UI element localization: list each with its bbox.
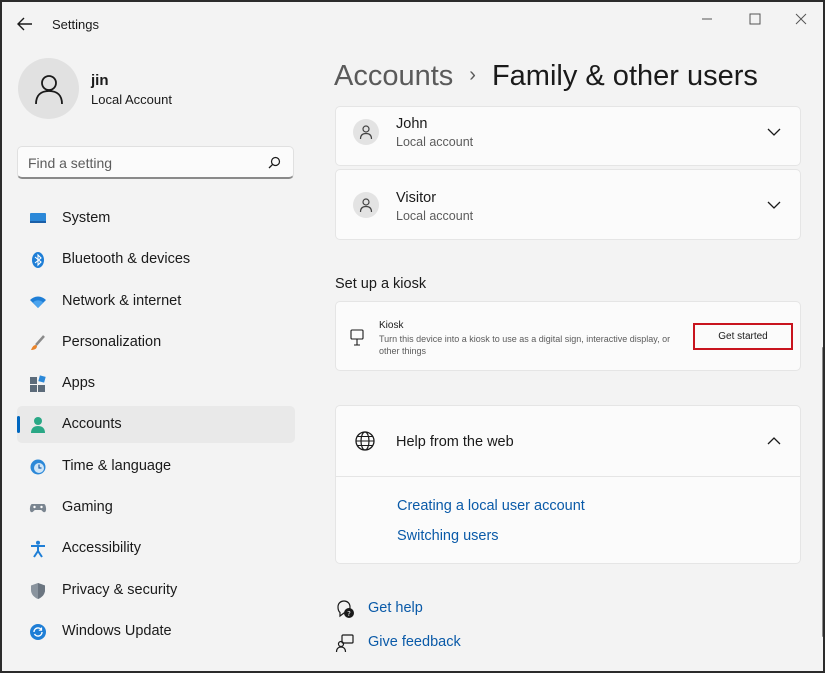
bluetooth-icon [32,252,44,269]
sidebar-item-bluetooth[interactable]: Bluetooth & devices [17,241,295,278]
sidebar-item-label: Personalization [62,333,162,350]
chevron-down-icon[interactable] [766,199,782,211]
breadcrumb-parent[interactable]: Accounts [334,60,453,92]
sidebar-item-time-language[interactable]: Time & language [17,448,295,485]
avatar [353,192,379,218]
user-account-type: Local account [396,209,474,223]
maximize-icon [749,13,761,25]
user-name: John [396,116,428,132]
brush-icon [31,335,45,350]
close-icon [795,13,807,25]
svg-text:?: ? [347,610,351,618]
avatar [18,58,79,119]
sidebar-item-label: Network & internet [62,292,182,309]
title-bar: Settings [2,2,823,46]
help-title: Help from the web [396,434,514,450]
get-help-link[interactable]: Get help [368,600,423,616]
search-input[interactable] [28,154,258,172]
sidebar-item-label: Accounts [62,416,122,433]
settings-window: Settings jin Local Account Find a settin… [0,0,825,673]
breadcrumb-separator: › [469,64,476,86]
minimize-button[interactable] [698,10,716,28]
sidebar-nav: System Bluetooth & devices Network & int… [17,200,295,654]
get-started-button[interactable]: Get started [693,323,793,350]
user-card-john[interactable]: John Local account [335,106,801,166]
user-card-visitor[interactable]: Visitor Local account [335,169,801,240]
profile-name: jin [91,72,109,89]
update-icon [30,623,46,640]
clock-icon [30,459,46,475]
user-avatar-icon [359,198,373,213]
help-link-create-local-account[interactable]: Creating a local user account [397,498,585,514]
sidebar-item-label: Bluetooth & devices [62,251,191,268]
help-link-switching-users[interactable]: Switching users [397,528,499,544]
search-icon[interactable] [266,155,282,171]
sidebar-item-label: Accessibility [62,540,141,557]
sidebar-item-personalization[interactable]: Personalization [17,324,295,361]
page-title: Family & other users [491,60,758,92]
sidebar-item-apps[interactable]: Apps [17,365,295,402]
maximize-button[interactable] [746,10,764,28]
section-title-kiosk: Set up a kiosk [335,276,427,292]
apps-icon [30,375,46,393]
globe-icon [355,431,375,451]
user-name: Visitor [396,190,437,206]
avatar [353,119,379,145]
give-feedback-link[interactable]: Give feedback [368,634,461,650]
chevron-up-icon[interactable] [766,435,782,447]
feedback-icon [335,634,354,653]
close-button[interactable] [792,10,810,28]
get-help-icon: ? [337,600,354,618]
sidebar-item-label: Gaming [62,499,113,516]
sidebar-item-gaming[interactable]: Gaming [17,489,295,526]
sidebar-item-accessibility[interactable]: Accessibility [17,530,295,567]
breadcrumb: Accounts › Family & other users [334,60,758,93]
sidebar-item-label: Privacy & security [62,581,178,598]
sidebar-item-privacy-security[interactable]: Privacy & security [17,572,295,609]
gamepad-icon [29,504,47,513]
help-card: Help from the web Creating a local user … [335,405,801,564]
chevron-down-icon[interactable] [766,126,782,138]
sidebar-item-label: Time & language [62,457,172,474]
help-header[interactable]: Help from the web [336,406,800,477]
kiosk-title: Kiosk [379,320,404,331]
kiosk-icon [350,329,364,346]
wifi-icon [30,296,46,308]
sidebar-item-label: System [62,210,111,226]
shield-icon [31,582,45,599]
kiosk-card: Kiosk Turn this device into a kiosk to u… [335,301,801,371]
sidebar-item-network[interactable]: Network & internet [17,283,295,320]
sidebar-item-accounts[interactable]: Accounts [17,406,295,444]
user-profile[interactable]: jin Local Account [18,58,298,122]
sidebar-item-windows-update[interactable]: Windows Update [17,613,295,650]
kiosk-description: Turn this device into a kiosk to use as … [379,334,671,356]
system-icon [30,213,46,223]
person-icon [31,417,45,434]
minimize-icon [702,18,712,20]
user-account-type: Local account [396,135,474,149]
sidebar-item-label: Windows Update [62,622,172,639]
app-title: Settings [52,17,99,32]
sidebar-item-system[interactable]: System [17,200,295,237]
sidebar-item-label: Apps [62,375,96,392]
back-button[interactable] [14,14,36,34]
profile-account-type: Local Account [91,92,172,107]
user-avatar-icon [359,125,373,140]
back-arrow-icon [17,17,32,31]
accessibility-icon [31,541,45,558]
search-box [17,146,294,179]
scrollbar[interactable] [822,347,823,637]
user-avatar-icon [34,74,63,104]
